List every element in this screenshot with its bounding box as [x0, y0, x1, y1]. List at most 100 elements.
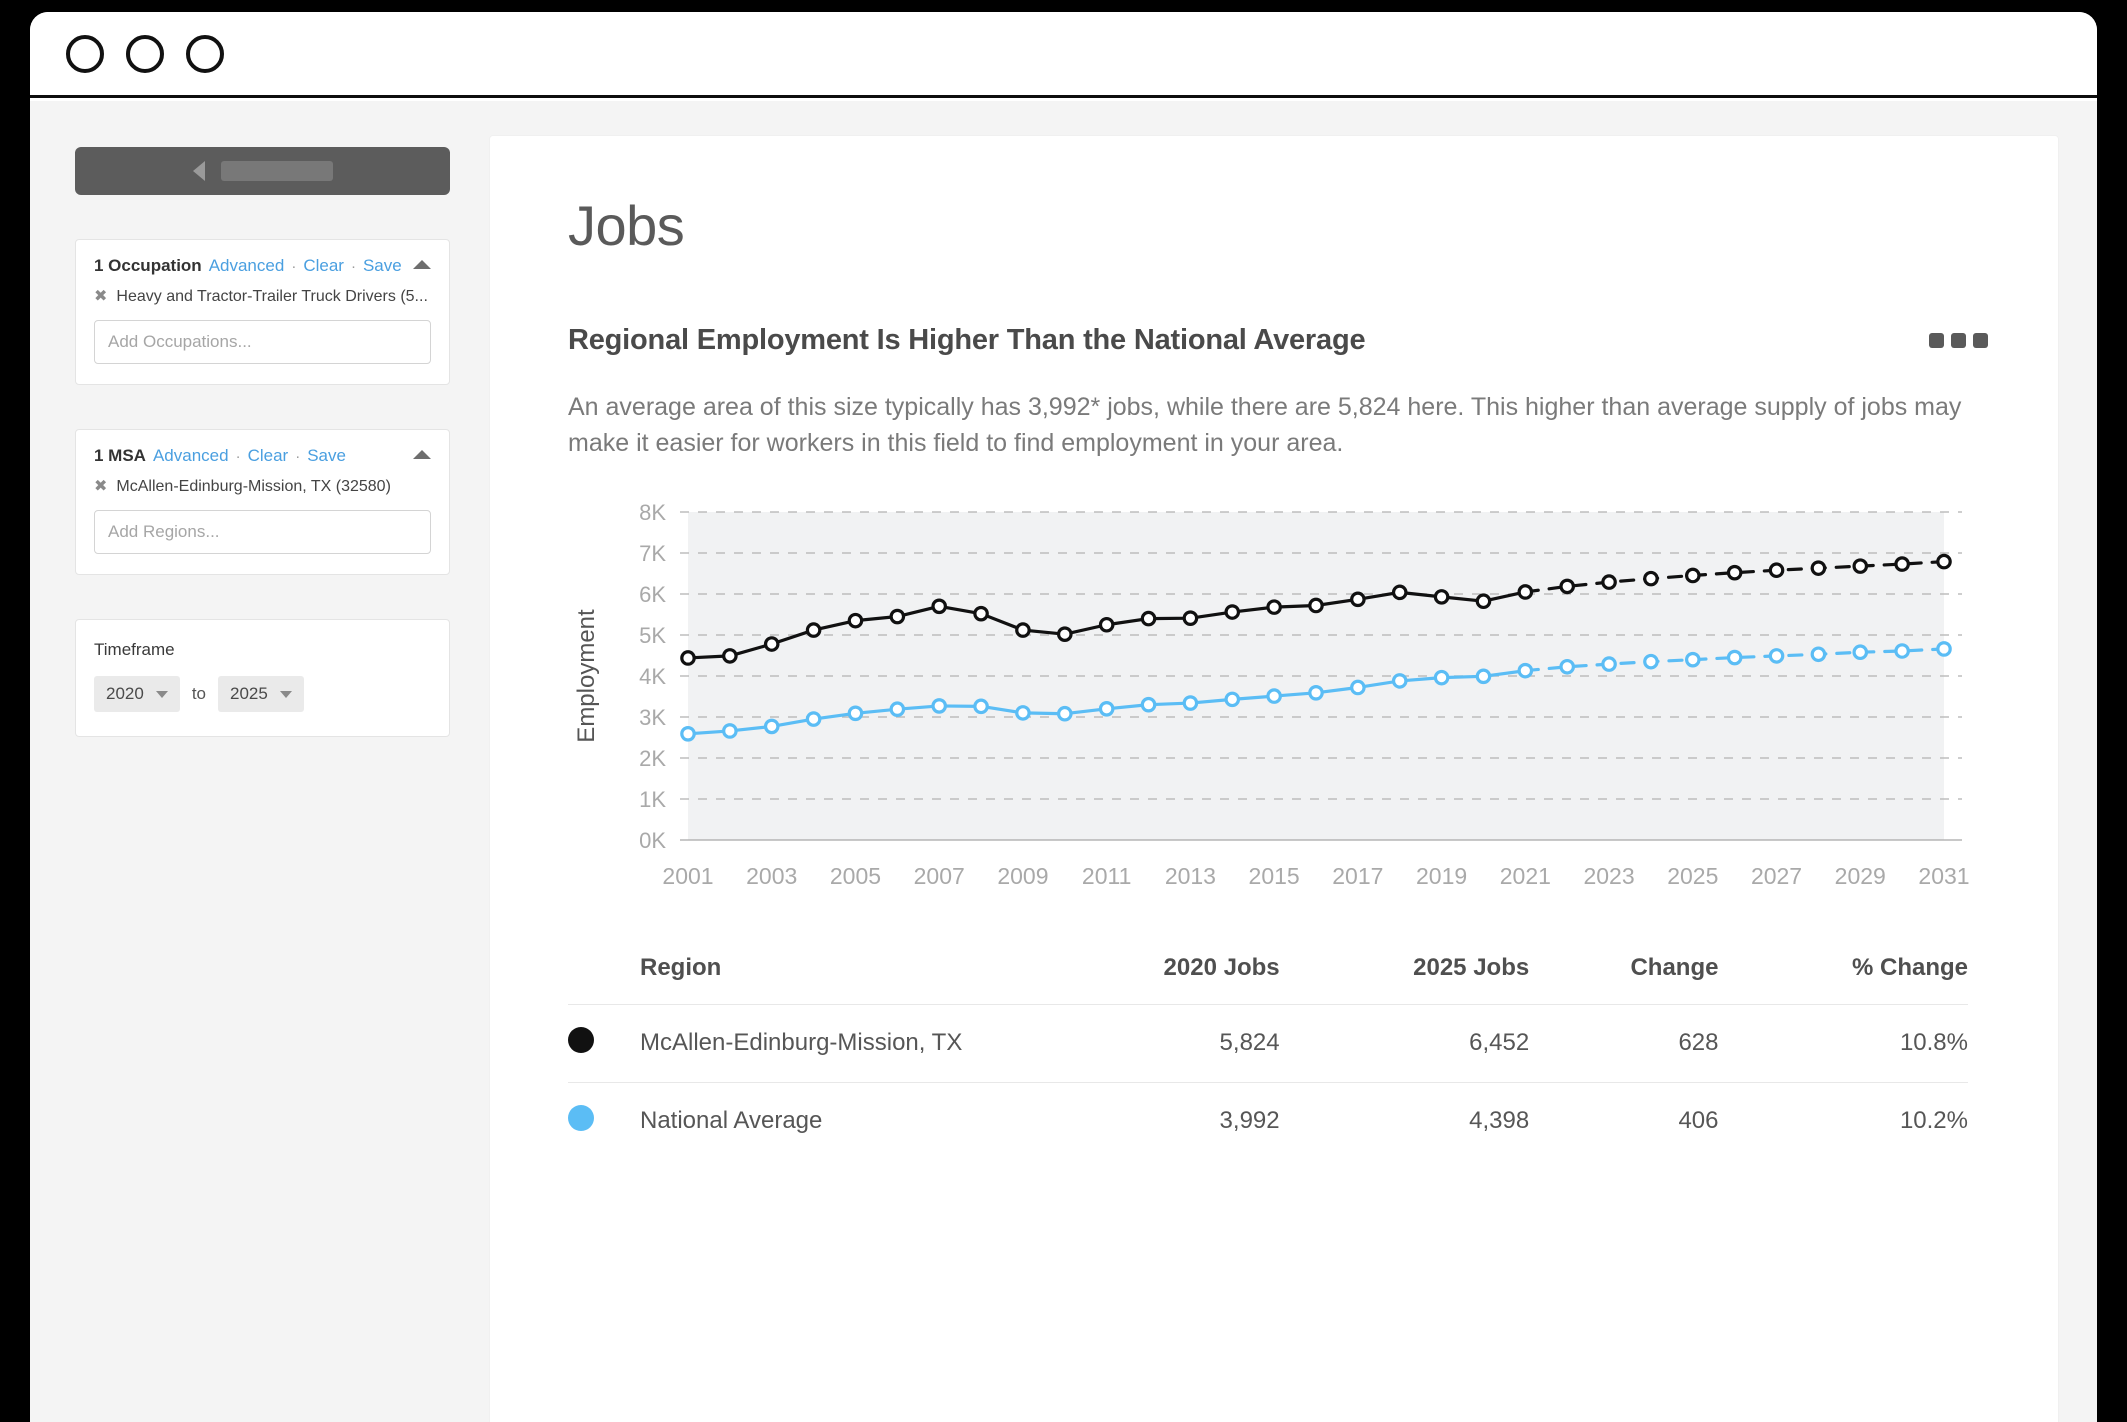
window-close-dot[interactable]: [66, 34, 104, 73]
cell-change: 628: [1529, 1003, 1719, 1082]
series-point[interactable]: [1308, 597, 1324, 613]
series-point[interactable]: [1894, 555, 1910, 572]
sidebar-collapse-bar[interactable]: [75, 147, 450, 195]
series-point[interactable]: [1015, 621, 1031, 638]
series-point[interactable]: [847, 612, 864, 628]
filter-advanced-link[interactable]: Advanced: [209, 256, 285, 276]
collapse-caret-icon[interactable]: [413, 260, 431, 269]
series-point[interactable]: [1266, 687, 1282, 704]
series-point[interactable]: [1685, 651, 1701, 667]
filter-clear-link[interactable]: Clear: [303, 256, 344, 276]
series-point[interactable]: [1810, 645, 1827, 662]
series-point[interactable]: [1559, 578, 1575, 594]
series-point[interactable]: [1643, 653, 1659, 669]
series-point[interactable]: [973, 698, 989, 714]
add-regions-input[interactable]: [94, 510, 431, 554]
series-point[interactable]: [1224, 691, 1241, 707]
series-point[interactable]: [722, 722, 738, 739]
series-point[interactable]: [1098, 616, 1115, 633]
filter-advanced-link[interactable]: Advanced: [153, 446, 229, 466]
collapse-caret-icon[interactable]: [413, 450, 431, 459]
series-point[interactable]: [1433, 669, 1450, 685]
timeframe-start-select[interactable]: 2020: [94, 676, 180, 712]
series-point[interactable]: [847, 705, 864, 721]
x-axis-tick-label: 2017: [1332, 863, 1383, 889]
series-point[interactable]: [680, 725, 696, 742]
series-point[interactable]: [1852, 643, 1869, 660]
filter-save-link[interactable]: Save: [307, 446, 346, 466]
cell-change: 406: [1529, 1081, 1719, 1160]
filter-save-link[interactable]: Save: [363, 256, 402, 276]
series-point[interactable]: [1098, 700, 1115, 717]
series-point[interactable]: [889, 608, 906, 624]
series-point[interactable]: [889, 700, 906, 717]
series-point[interactable]: [722, 647, 738, 664]
series-point[interactable]: [1350, 679, 1366, 695]
series-point[interactable]: [1224, 603, 1241, 620]
filter-clear-link[interactable]: Clear: [248, 446, 289, 466]
x-axis-tick-label: 2009: [997, 863, 1048, 889]
filter-count-label: 1 MSA: [94, 446, 146, 465]
series-point[interactable]: [763, 635, 780, 652]
comparison-table: Region 2020 Jobs 2025 Jobs Change % Chan…: [568, 954, 1968, 1160]
series-point[interactable]: [1391, 584, 1408, 600]
series-point[interactable]: [1350, 591, 1366, 607]
close-icon[interactable]: ✖: [94, 289, 107, 305]
series-point[interactable]: [1266, 598, 1282, 615]
series-point[interactable]: [1936, 640, 1952, 657]
more-options-icon[interactable]: [1929, 333, 1988, 348]
series-point[interactable]: [1182, 694, 1199, 711]
series-point[interactable]: [1936, 553, 1952, 569]
x-axis-tick-label: 2025: [1667, 863, 1718, 889]
x-axis-tick-label: 2001: [662, 863, 713, 889]
report-card: Jobs Regional Employment Is Higher Than …: [490, 136, 2058, 1422]
series-point[interactable]: [931, 697, 947, 714]
series-point[interactable]: [1015, 704, 1031, 721]
series-point[interactable]: [1475, 592, 1492, 609]
series-point[interactable]: [680, 649, 696, 666]
section-header: Regional Employment Is Higher Than the N…: [568, 324, 1988, 357]
series-point[interactable]: [931, 598, 947, 614]
series-point[interactable]: [1768, 647, 1785, 664]
th-jobs-2020: 2020 Jobs: [1163, 953, 1280, 981]
series-point[interactable]: [1726, 564, 1743, 580]
series-point[interactable]: [1517, 583, 1534, 600]
series-point[interactable]: [1517, 662, 1534, 678]
series-point[interactable]: [1308, 684, 1324, 701]
series-point[interactable]: [1894, 642, 1910, 659]
main-content: Jobs Regional Employment Is Higher Than …: [490, 101, 2097, 1422]
timeframe-end-select[interactable]: 2025: [218, 676, 304, 712]
series-point[interactable]: [1475, 668, 1492, 684]
y-axis-tick-label: 2K: [639, 746, 666, 771]
series-point[interactable]: [1810, 559, 1827, 576]
window-maximize-dot[interactable]: [186, 34, 224, 73]
series-point[interactable]: [805, 621, 822, 638]
series-point[interactable]: [763, 718, 780, 734]
series-point[interactable]: [1140, 696, 1157, 712]
series-point[interactable]: [973, 605, 989, 621]
series-point[interactable]: [805, 710, 822, 727]
series-point[interactable]: [1056, 705, 1073, 722]
series-point[interactable]: [1643, 570, 1659, 586]
filter-separator: ·: [295, 448, 301, 465]
series-point[interactable]: [1391, 672, 1408, 689]
series-point[interactable]: [1685, 567, 1701, 583]
series-point[interactable]: [1559, 658, 1575, 675]
series-point[interactable]: [1601, 573, 1617, 590]
x-axis-tick-label: 2027: [1751, 863, 1802, 889]
series-point[interactable]: [1852, 557, 1869, 574]
series-point[interactable]: [1182, 609, 1199, 626]
filter-card-occupation: 1 Occupation Advanced · Clear · Save ✖ H…: [75, 239, 450, 385]
series-point[interactable]: [1056, 625, 1073, 642]
x-axis-tick-label: 2029: [1835, 863, 1886, 889]
series-point[interactable]: [1433, 588, 1450, 605]
filter-separator: ·: [291, 258, 297, 275]
add-occupations-input[interactable]: [94, 320, 431, 364]
series-point[interactable]: [1140, 610, 1157, 626]
cell-region: McAllen-Edinburg-Mission, TX: [640, 1003, 1030, 1082]
series-point[interactable]: [1601, 655, 1617, 672]
window-minimize-dot[interactable]: [126, 34, 164, 73]
series-point[interactable]: [1768, 561, 1785, 578]
series-point[interactable]: [1726, 649, 1743, 665]
close-icon[interactable]: ✖: [94, 479, 107, 495]
